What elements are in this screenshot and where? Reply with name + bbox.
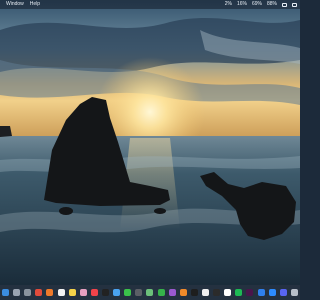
battery-icon[interactable] (292, 2, 297, 7)
photos-icon[interactable] (79, 289, 87, 296)
maps-icon[interactable] (146, 289, 154, 296)
launchpad-icon[interactable] (13, 289, 21, 296)
calendar-icon[interactable] (57, 289, 65, 296)
music-icon[interactable] (90, 289, 98, 296)
menu-bar-status-area: 2% 16% 69% 88% (220, 0, 297, 9)
news-icon[interactable] (201, 289, 209, 296)
menu-bar: Window Help 2% 16% 69% 88% (0, 0, 300, 9)
stocks-icon[interactable] (213, 289, 221, 296)
desktop-wallpaper (0, 0, 300, 285)
notes-icon[interactable] (68, 289, 76, 296)
status-item-2[interactable]: 16% (237, 0, 247, 9)
dock (0, 285, 300, 300)
messages-icon[interactable] (124, 289, 132, 296)
camera-icon[interactable] (135, 289, 143, 296)
settings-icon[interactable] (24, 289, 32, 296)
menu-item-help[interactable]: Help (30, 0, 40, 9)
spotify-icon[interactable] (235, 289, 243, 296)
tv-icon[interactable] (190, 289, 198, 296)
status-item-4[interactable]: 88% (267, 0, 277, 9)
status-item-1[interactable]: 2% (225, 0, 232, 9)
reminders-icon[interactable] (224, 289, 232, 296)
zoom-icon[interactable] (268, 289, 276, 296)
facetime-icon[interactable] (157, 289, 165, 296)
slack-icon[interactable] (246, 289, 254, 296)
books-icon[interactable] (179, 289, 187, 296)
mail-icon[interactable] (113, 289, 121, 296)
terminal-icon[interactable] (101, 289, 109, 296)
trash-icon[interactable] (290, 289, 298, 296)
control-center-icon[interactable] (282, 2, 287, 7)
menu-item-window[interactable]: Window (6, 0, 24, 9)
firefox-icon[interactable] (46, 289, 54, 296)
chrome-icon[interactable] (35, 289, 43, 296)
vscode-icon[interactable] (257, 289, 265, 296)
finder-icon[interactable] (2, 289, 9, 296)
podcasts-icon[interactable] (168, 289, 176, 296)
status-item-3[interactable]: 69% (252, 0, 262, 9)
discord-icon[interactable] (279, 289, 287, 296)
